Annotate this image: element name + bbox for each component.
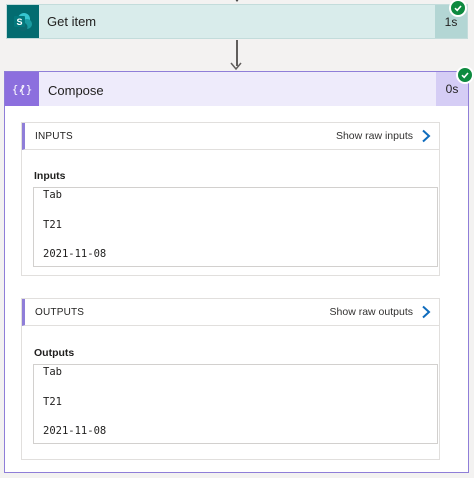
chevron-right-icon[interactable] xyxy=(421,129,431,143)
compose-header[interactable]: { { } Compose 0s xyxy=(5,72,468,106)
get-item-title: Get item xyxy=(47,14,97,29)
inputs-value-line: 2021-11-08 xyxy=(43,248,107,260)
outputs-section: OUTPUTS Show raw outputs Outputs Tab T21… xyxy=(21,298,440,460)
outputs-field-label: Outputs xyxy=(34,347,75,359)
outputs-value-line: T21 xyxy=(43,396,62,408)
compose-braces-icon: { { } xyxy=(5,72,39,106)
svg-text:S: S xyxy=(16,17,22,27)
compose-action-card: { { } Compose 0s INPUTS Show raw inputs … xyxy=(4,71,469,473)
sharepoint-icon: S xyxy=(7,5,39,38)
show-raw-inputs-link[interactable]: Show raw inputs xyxy=(336,130,413,142)
outputs-value-line: Tab xyxy=(43,366,62,378)
incoming-connector-arrow xyxy=(232,0,242,2)
outputs-value-line: 2021-11-08 xyxy=(43,425,107,437)
inputs-section: INPUTS Show raw inputs Inputs Tab T21 20… xyxy=(21,122,440,276)
outputs-value-box[interactable]: Tab T21 2021-11-08 xyxy=(33,364,438,444)
compose-title: Compose xyxy=(48,83,104,98)
inputs-section-label: INPUTS xyxy=(35,131,73,142)
outputs-section-label: OUTPUTS xyxy=(35,307,85,318)
show-raw-outputs-link[interactable]: Show raw outputs xyxy=(330,306,413,318)
chevron-right-icon[interactable] xyxy=(421,305,431,319)
inputs-value-line: Tab xyxy=(43,189,62,201)
get-item-action-card[interactable]: S Get item 1s xyxy=(6,0,468,39)
outputs-section-header: OUTPUTS Show raw outputs xyxy=(22,299,439,326)
svg-text:{: { xyxy=(12,83,18,96)
svg-text:}: } xyxy=(26,83,32,96)
success-check-icon xyxy=(456,66,474,84)
inputs-section-header: INPUTS Show raw inputs xyxy=(22,123,439,150)
inputs-value-line: T21 xyxy=(43,219,62,231)
inputs-field-label: Inputs xyxy=(34,170,66,182)
inputs-value-box[interactable]: Tab T21 2021-11-08 xyxy=(33,187,438,267)
